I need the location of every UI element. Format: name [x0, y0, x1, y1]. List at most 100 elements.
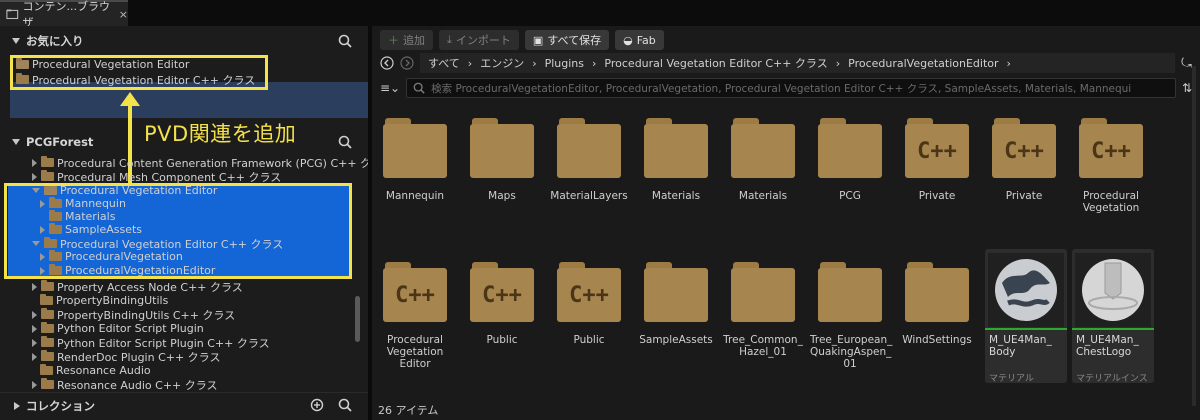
search-icon	[413, 82, 425, 94]
fab-button[interactable]: ◒ Fab	[615, 30, 664, 50]
tree-item[interactable]: Resonance Audio C++ クラス	[32, 378, 218, 392]
folder-icon	[41, 308, 54, 319]
tree-item[interactable]: Python Editor Script Plugin	[32, 322, 204, 335]
cpp-badge: C++	[992, 124, 1056, 178]
expand-icon	[32, 338, 37, 347]
sort-icon[interactable]: ⇅	[1182, 81, 1192, 95]
cpp-folder-item[interactable]: C++ Procedural Vegetation	[1079, 118, 1159, 238]
cpp-folder-item[interactable]: C++ Private	[905, 118, 985, 238]
material-thumbnail	[1075, 253, 1151, 327]
cpp-folder-icon: C++	[905, 118, 969, 178]
search-icon[interactable]	[338, 135, 352, 149]
expand-icon	[32, 172, 37, 181]
breadcrumb-item[interactable]: ProceduralVegetationEditor	[848, 57, 998, 70]
folder-item[interactable]: SampleAssets	[639, 262, 724, 382]
tree-scrollbar[interactable]	[355, 296, 360, 342]
save-all-button[interactable]: ▣ すべて保存	[524, 30, 610, 50]
search-placeholder: 検索 ProceduralVegetationEditor, Procedura…	[431, 82, 1132, 95]
material-name: M_UE4Man_ ChestLogo	[1076, 334, 1139, 358]
tree-item[interactable]: PropertyBindingUtils	[40, 294, 168, 307]
material-asset-card[interactable]: M_UE4Man_ Body マテリアル	[985, 249, 1067, 383]
title-bar: コンテン...ブラウザ ×	[0, 0, 1200, 29]
material-name: M_UE4Man_ Body	[989, 334, 1052, 358]
breadcrumb-item[interactable]: Procedural Vegetation Editor C++ クラス	[604, 55, 827, 71]
breadcrumb: すべて › エンジン › Plugins › Procedural Vegetatio…	[420, 53, 1176, 73]
toolbar: ＋ 追加 ⤓ インポート ▣ すべて保存 ◒ Fab	[380, 30, 664, 50]
tree-item[interactable]: Procedural Content Generation Framework …	[32, 156, 382, 170]
folder-icon	[731, 262, 795, 322]
import-button[interactable]: ⤓ インポート	[439, 30, 519, 50]
breadcrumb-item[interactable]: エンジン	[480, 55, 524, 71]
breadcrumb-separator: ›	[1006, 56, 1011, 70]
cpp-folder-item[interactable]: C++ Private	[992, 118, 1072, 238]
folder-item[interactable]: Maps	[470, 118, 550, 238]
project-title: PCGForest	[26, 135, 94, 149]
asset-scrollbar[interactable]	[1192, 66, 1196, 406]
folder-icon	[383, 118, 447, 178]
folder-item[interactable]: Materials	[731, 118, 811, 238]
tree-item[interactable]: RenderDoc Plugin C++ クラス	[32, 350, 220, 364]
material-type: マテリアルインスタ...	[1076, 374, 1148, 383]
tree-item[interactable]: Resonance Audio	[40, 364, 151, 377]
expand-icon	[32, 324, 37, 333]
expand-icon	[32, 380, 37, 389]
tab-content-browser[interactable]: コンテン...ブラウザ ×	[0, 0, 128, 29]
add-collection-icon[interactable]	[310, 398, 324, 412]
search-icon[interactable]	[338, 398, 352, 412]
folder-item[interactable]: PCG	[818, 118, 898, 238]
cpp-folder-item[interactable]: C++ Procedural Vegetation Editor	[383, 262, 463, 382]
expand-icon	[32, 158, 37, 167]
history-icon[interactable]: ⤿	[1181, 56, 1192, 71]
expand-icon	[32, 310, 37, 319]
folder-item[interactable]: Tree_Common_ Hazel_01	[723, 262, 811, 382]
folder-item[interactable]: MaterialLayers	[550, 118, 637, 238]
material-type-bar	[985, 328, 1067, 330]
filter-icon[interactable]: ≡⌄	[380, 81, 400, 95]
breadcrumb-item[interactable]: Plugins	[545, 57, 584, 70]
caret-right-icon	[14, 401, 20, 410]
favorites-header[interactable]: お気に入り	[0, 28, 368, 54]
tree-item[interactable]: Python Editor Script Plugin C++ クラス	[32, 336, 270, 350]
content-browser-icon	[6, 9, 19, 20]
search-icon[interactable]	[338, 34, 352, 48]
folder-item[interactable]: WindSettings	[902, 262, 985, 382]
tree-item-label: Resonance Audio C++ クラス	[57, 378, 218, 392]
folder-icon	[557, 118, 621, 178]
folder-icon	[470, 118, 534, 178]
cpp-folder-item[interactable]: C++ Public	[470, 262, 550, 382]
tree-item[interactable]: Property Access Node C++ クラス	[32, 280, 243, 294]
cpp-badge: C++	[383, 268, 447, 322]
cpp-folder-icon: C++	[992, 118, 1056, 178]
tree-item[interactable]: PropertyBindingUtils C++ クラス	[32, 308, 236, 322]
item-count: 26 アイテム	[378, 404, 439, 417]
folder-icon	[41, 322, 54, 333]
search-input[interactable]: 検索 ProceduralVegetationEditor, Procedura…	[406, 78, 1176, 98]
tree-item-label: Python Editor Script Plugin	[57, 322, 204, 335]
forward-icon[interactable]	[400, 56, 414, 70]
cpp-folder-icon: C++	[383, 262, 447, 322]
cpp-badge: C++	[1079, 124, 1143, 178]
folder-label: Materials	[651, 190, 701, 202]
folder-item[interactable]: Mannequin	[383, 118, 463, 238]
folder-icon	[818, 118, 882, 178]
back-icon[interactable]	[380, 56, 394, 70]
folder-item[interactable]: Tree_European_ QuakingAspen_ 01	[810, 262, 898, 382]
tree-item-label: PropertyBindingUtils C++ クラス	[57, 308, 236, 322]
fab-icon: ◒	[623, 33, 633, 47]
folder-icon	[905, 262, 969, 322]
folder-label: Tree_European_ QuakingAspen_ 01	[810, 334, 893, 370]
folder-icon	[41, 336, 54, 347]
folder-label: Tree_Common_ Hazel_01	[723, 334, 803, 358]
cpp-folder-item[interactable]: C++ Public	[557, 262, 637, 382]
material-asset-card[interactable]: M_UE4Man_ ChestLogo マテリアルインスタ...	[1072, 249, 1154, 383]
tree-item[interactable]: Procedural Mesh Component C++ クラス	[32, 170, 281, 184]
expand-icon	[32, 352, 37, 361]
folder-icon	[40, 294, 53, 305]
material-type-bar	[1072, 328, 1154, 330]
breadcrumb-item[interactable]: すべて	[428, 55, 460, 71]
tab-close-icon[interactable]: ×	[119, 8, 128, 21]
project-header[interactable]: PCGForest	[0, 129, 368, 155]
folder-icon	[41, 156, 54, 167]
folder-item[interactable]: Materials	[644, 118, 724, 238]
add-button[interactable]: ＋ 追加	[380, 30, 433, 50]
